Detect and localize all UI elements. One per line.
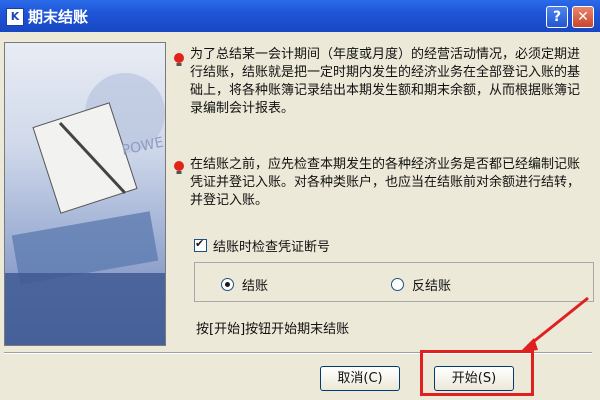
highlight-box — [420, 350, 534, 396]
decorative-illustration: POWE — [4, 42, 166, 346]
check-voucher-gap-option[interactable]: 结账时检查凭证断号 — [194, 236, 330, 255]
check-voucher-gap-label: 结账时检查凭证断号 — [213, 240, 331, 255]
close-button[interactable]: ✕ — [572, 6, 594, 28]
radio-close-accounts-indicator[interactable] — [221, 278, 234, 291]
start-hint: 按[开始]按钮开始期末结账 — [196, 322, 350, 337]
radio-close-accounts[interactable]: 结账 — [221, 275, 268, 294]
tip-text-1: 为了总结某一会计期间（年度或月度）的经营活动情况，必须定期进行结账，结账就是把一… — [190, 47, 581, 116]
app-icon: K — [6, 8, 24, 26]
help-button[interactable]: ? — [546, 6, 568, 28]
check-voucher-gap-checkbox[interactable] — [194, 237, 207, 252]
radio-close-accounts-label: 结账 — [242, 279, 269, 294]
title-bar[interactable]: K 期末结账 ? ✕ — [0, 0, 600, 32]
radio-reverse-close[interactable]: 反结账 — [391, 275, 451, 294]
radio-reverse-close-label: 反结账 — [412, 279, 452, 294]
tip-text-2: 在结账之前，应先检查本期发生的各种经济业务是否都已经编制记账凭证并登记入账。对各… — [190, 157, 581, 208]
closing-dialog: K 期末结账 ? ✕ POWE 为了总结某一会计期间（年度或月度）的经营活动情况… — [0, 0, 600, 400]
dialog-title: 期末结账 — [28, 8, 89, 26]
cancel-button[interactable]: 取消(C) — [320, 366, 400, 391]
radio-reverse-close-indicator[interactable] — [391, 278, 404, 291]
closing-mode-group: 结账 反结账 — [194, 262, 594, 302]
illustration-graphic: POWE — [5, 73, 165, 345]
